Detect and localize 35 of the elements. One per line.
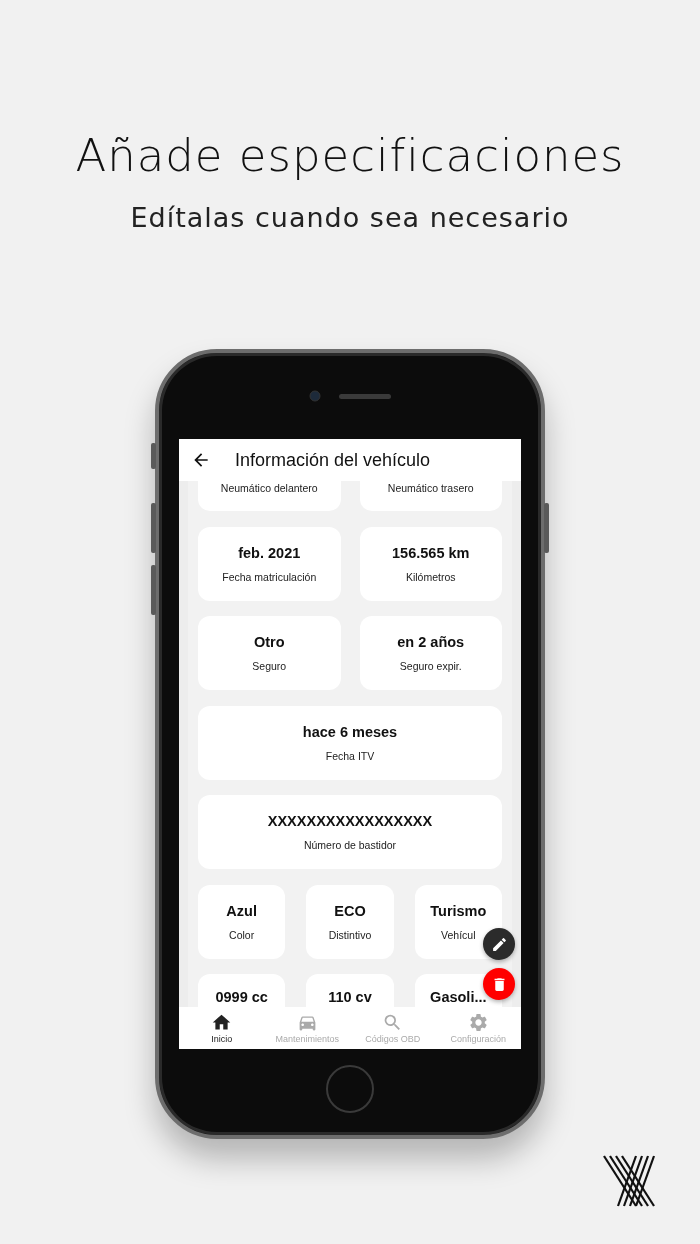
card-value: Azul (226, 902, 257, 920)
card-value: XXXXXXXXXXXXXXXXX (267, 813, 433, 830)
card-label: Fecha matriculación (222, 570, 317, 583)
home-icon (211, 1012, 233, 1033)
card-label: Seguro expir. (399, 660, 462, 672)
nav-tab[interactable]: Códigos OBD (350, 1007, 436, 1049)
card-label: Seguro (252, 660, 287, 672)
screen-title: Información del vehículo (235, 449, 431, 471)
headline: Añade especificaciones (75, 128, 625, 184)
card-value: 0999 cc (215, 989, 268, 1006)
card-label: Fecha ITV (325, 749, 375, 762)
card-label: Neumático trasero (387, 482, 474, 494)
nav-tab[interactable]: Configuración (435, 1007, 521, 1049)
card-label: Distintivo (328, 928, 372, 941)
camera-icon (309, 390, 321, 402)
pencil-icon (490, 935, 508, 953)
nav-tab[interactable]: Mantenimientos (264, 1007, 350, 1049)
card-label: Kilómetros (405, 570, 456, 583)
card-value: 110 cv (328, 989, 372, 1006)
card-value: ECO (334, 902, 366, 920)
card-value: Otro (253, 634, 285, 651)
card-value: 156.565 km (392, 544, 470, 562)
card-label: Vehícul (441, 928, 476, 941)
card-value: en 2 años (397, 634, 465, 651)
card-value: Gasoli... (430, 989, 487, 1006)
card-value: hace 6 meses (302, 723, 398, 741)
card-label: Color (229, 928, 255, 941)
card-label: Número de bastidor (303, 839, 397, 851)
speaker-icon (339, 393, 391, 399)
card-label: Neumático delantero (220, 482, 318, 494)
card-value: Turismo (430, 902, 487, 920)
card-value: feb. 2021 (238, 544, 301, 562)
logo-icon (602, 1154, 656, 1208)
nav-tab[interactable]: Inicio (179, 1007, 265, 1049)
subheadline: Edítalas cuando sea necesario (130, 201, 570, 235)
